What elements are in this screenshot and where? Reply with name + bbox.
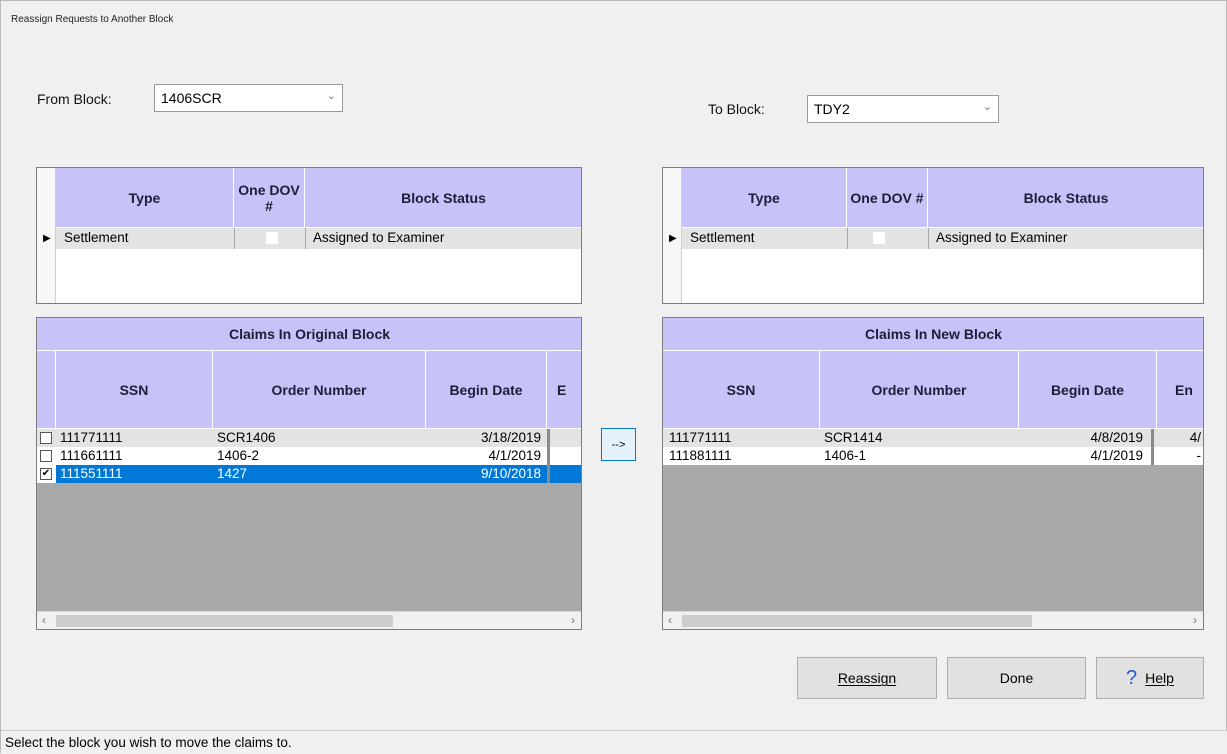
empty-grid-area [37, 483, 581, 611]
claims-new-grid: Claims In New Block SSN Order Number Beg… [662, 317, 1204, 630]
order-number-cell: 1406-2 [217, 448, 260, 463]
status-text: Select the block you wish to move the cl… [5, 735, 292, 750]
reassign-window: Reassign Requests to Another Block From … [0, 0, 1227, 754]
col-header-begin-date[interactable]: Begin Date [426, 351, 547, 429]
col-header-ssn[interactable]: SSN [663, 351, 820, 429]
to-block-select[interactable]: TDY2 ⌄ [807, 95, 999, 123]
ssn-cell: 111551111 [60, 466, 123, 481]
help-button-label: Help [1145, 670, 1174, 686]
col-header-ssn[interactable]: SSN [56, 351, 213, 429]
claims-original-grid: Claims In Original Block SSN Order Numbe… [36, 317, 582, 630]
block-status-cell: Assigned to Examiner [936, 230, 1068, 245]
status-bar: Select the block you wish to move the cl… [1, 730, 1227, 754]
order-number-cell: SCR1414 [824, 430, 883, 445]
col-header-one-dov[interactable]: One DOV # [847, 168, 928, 228]
col-header-order-number[interactable]: Order Number [820, 351, 1019, 429]
chevron-down-icon[interactable]: ⌄ [983, 100, 992, 113]
col-separator [547, 429, 550, 483]
from-block-label: From Block: [37, 91, 112, 107]
col-header-order-number[interactable]: Order Number [213, 351, 426, 429]
scroll-left-icon[interactable]: ‹ [42, 613, 46, 627]
row-pointer-icon: ▶ [669, 233, 677, 244]
from-block-info-grid: Type One DOV # Block Status ▶ Settlement… [36, 167, 582, 304]
ssn-cell: 111661111 [60, 448, 123, 463]
col-separator [305, 228, 306, 249]
col-separator [847, 228, 848, 249]
row-pointer-icon: ▶ [43, 233, 51, 244]
ssn-cell: 111771111 [60, 430, 123, 445]
ssn-cell: 111771111 [669, 430, 732, 445]
from-block-value: 1406SCR [161, 90, 222, 106]
col-header-one-dov[interactable]: One DOV # [234, 168, 305, 228]
horizontal-scrollbar[interactable]: ‹ › [37, 611, 581, 629]
type-cell: Settlement [64, 230, 129, 245]
begin-date-cell: 4/1/2019 [1090, 448, 1143, 463]
empty-grid-area [663, 465, 1203, 611]
begin-date-cell: 4/8/2019 [1090, 430, 1143, 445]
scroll-thumb[interactable] [56, 615, 393, 627]
col-header-end-date[interactable]: E [547, 351, 581, 429]
col-header-block-status[interactable]: Block Status [928, 168, 1203, 228]
block-status-cell: Assigned to Examiner [313, 230, 445, 245]
order-number-cell: 1406-1 [824, 448, 867, 463]
col-header-type[interactable]: Type [682, 168, 847, 228]
done-button-label: Done [999, 670, 1034, 686]
horizontal-scrollbar[interactable]: ‹ › [663, 611, 1203, 629]
row-select-checkbox-checked[interactable]: ✔ [40, 468, 52, 480]
one-dov-checkbox [873, 232, 885, 244]
type-cell: Settlement [690, 230, 755, 245]
order-number-cell: SCR1406 [217, 430, 276, 445]
ssn-cell: 111881111 [669, 448, 732, 463]
scroll-right-icon[interactable]: › [571, 613, 575, 627]
row-select-checkbox[interactable] [40, 450, 52, 462]
scroll-left-icon[interactable]: ‹ [668, 613, 672, 627]
col-header-begin-date[interactable]: Begin Date [1019, 351, 1157, 429]
chevron-down-icon[interactable]: ⌄ [327, 89, 336, 102]
row-header-corner [37, 351, 56, 429]
claims-new-title: Claims In New Block [663, 318, 1203, 351]
to-block-value: TDY2 [814, 101, 850, 117]
end-date-cell: 4/ [1189, 430, 1201, 445]
end-date-cell: - [1196, 448, 1202, 463]
help-button[interactable]: ? Help [1096, 657, 1204, 699]
col-separator [1151, 429, 1154, 465]
begin-date-cell: 4/1/2019 [488, 448, 541, 463]
to-block-info-grid: Type One DOV # Block Status ▶ Settlement… [662, 167, 1204, 304]
scroll-thumb[interactable] [682, 615, 1032, 627]
one-dov-checkbox [266, 232, 278, 244]
to-block-label: To Block: [708, 101, 765, 117]
scroll-right-icon[interactable]: › [1193, 613, 1197, 627]
col-header-end-date[interactable]: En [1157, 351, 1203, 429]
col-header-type[interactable]: Type [56, 168, 234, 228]
row-select-checkbox[interactable] [40, 432, 52, 444]
reassign-button[interactable]: Reassign [797, 657, 937, 699]
col-header-block-status[interactable]: Block Status [305, 168, 581, 228]
move-claims-button[interactable]: --> [601, 428, 636, 461]
begin-date-cell: 9/10/2018 [480, 466, 541, 481]
reassign-button-label: Reassign [837, 670, 897, 686]
col-separator [234, 228, 235, 249]
window-title: Reassign Requests to Another Block [11, 14, 174, 25]
col-separator [928, 228, 929, 249]
begin-date-cell: 3/18/2019 [480, 430, 541, 445]
claims-original-title: Claims In Original Block [37, 318, 581, 351]
done-button[interactable]: Done [947, 657, 1086, 699]
help-icon: ? [1126, 666, 1138, 689]
order-number-cell: 1427 [217, 466, 248, 481]
from-block-select[interactable]: 1406SCR ⌄ [154, 84, 343, 112]
